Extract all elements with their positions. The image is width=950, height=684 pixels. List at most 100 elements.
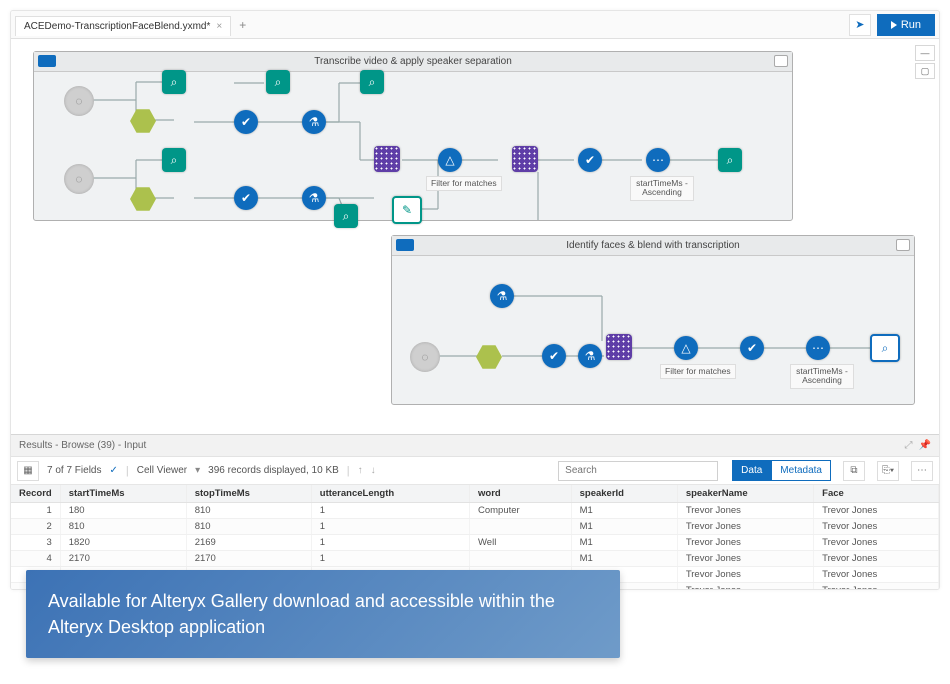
- macro-tool[interactable]: [476, 344, 502, 370]
- container-transcribe[interactable]: Transcribe video & apply speaker separat…: [33, 51, 793, 221]
- annotation-filter: Filter for matches: [660, 364, 736, 379]
- column-header[interactable]: speakerId: [571, 485, 677, 503]
- macro-tool[interactable]: [130, 108, 156, 134]
- select-tool[interactable]: ✔: [740, 336, 764, 360]
- browse-tool[interactable]: ⌕: [334, 204, 358, 228]
- row-number: 2: [11, 519, 60, 535]
- container-collapse-icon[interactable]: [896, 239, 910, 251]
- input-tool[interactable]: ◌: [410, 342, 440, 372]
- formula-tool[interactable]: ⚗: [302, 186, 326, 210]
- cell: M1: [571, 535, 677, 551]
- cell: 1: [311, 519, 469, 535]
- cell: 180: [60, 503, 186, 519]
- more-button[interactable]: ⋯: [911, 461, 933, 481]
- select-tool[interactable]: ✔: [542, 344, 566, 368]
- cell: Computer: [470, 503, 572, 519]
- sort-tool[interactable]: ⋯: [806, 336, 830, 360]
- input-tool[interactable]: ◌: [64, 86, 94, 116]
- cell: Trevor Jones: [677, 551, 813, 567]
- cell-viewer-dropdown[interactable]: Cell Viewer: [137, 465, 187, 476]
- cell: 810: [186, 519, 311, 535]
- filter-tool[interactable]: △: [438, 148, 462, 172]
- workflow-tab[interactable]: ACEDemo-TranscriptionFaceBlend.yxmd* ×: [15, 16, 231, 36]
- join-tool[interactable]: [606, 334, 632, 360]
- column-header[interactable]: startTimeMs: [60, 485, 186, 503]
- run-button[interactable]: Run: [877, 14, 935, 36]
- cell: Trevor Jones: [814, 535, 939, 551]
- sort-down-icon[interactable]: ↓: [371, 465, 376, 476]
- cell: [470, 551, 572, 567]
- column-header[interactable]: word: [470, 485, 572, 503]
- column-header[interactable]: Face: [814, 485, 939, 503]
- table-row[interactable]: 4217021701M1Trevor JonesTrevor Jones: [11, 551, 939, 567]
- cell: 2169: [186, 535, 311, 551]
- cell: 810: [186, 503, 311, 519]
- cell: Trevor Jones: [677, 503, 813, 519]
- cell: 1: [311, 535, 469, 551]
- minimize-icon[interactable]: —: [915, 45, 935, 61]
- results-header-label: Results - Browse (39) - Input: [19, 440, 146, 451]
- record-header[interactable]: Record: [11, 485, 60, 503]
- cell: Trevor Jones: [814, 519, 939, 535]
- export-button[interactable]: ⎘▾: [877, 461, 899, 481]
- metadata-tab[interactable]: Metadata: [771, 460, 831, 481]
- container-identify[interactable]: Identify faces & blend with transcriptio…: [391, 235, 915, 405]
- sort-tool[interactable]: ⋯: [646, 148, 670, 172]
- join-tool[interactable]: [512, 146, 538, 172]
- cell: [470, 519, 572, 535]
- select-tool[interactable]: ✔: [234, 186, 258, 210]
- run-fast-button[interactable]: ➤: [849, 14, 871, 36]
- annotation-filter: Filter for matches: [426, 176, 502, 191]
- browse-tool[interactable]: ⌕: [360, 70, 384, 94]
- join-tool[interactable]: [374, 146, 400, 172]
- browse-tool[interactable]: ⌕: [162, 148, 186, 172]
- row-number: 1: [11, 503, 60, 519]
- close-icon[interactable]: ×: [216, 21, 222, 32]
- select-tool[interactable]: ✔: [234, 110, 258, 134]
- filter-tool[interactable]: △: [674, 336, 698, 360]
- column-header[interactable]: stopTimeMs: [186, 485, 311, 503]
- cell: Trevor Jones: [677, 567, 813, 583]
- formula-tool[interactable]: ⚗: [578, 344, 602, 368]
- browse-tool[interactable]: ⌕: [162, 70, 186, 94]
- formula-tool[interactable]: ⚗: [490, 284, 514, 308]
- table-row[interactable]: 28108101M1Trevor JonesTrevor Jones: [11, 519, 939, 535]
- select-tool[interactable]: ✔: [578, 148, 602, 172]
- table-row[interactable]: 11808101ComputerM1Trevor JonesTrevor Jon…: [11, 503, 939, 519]
- cell: 1: [311, 551, 469, 567]
- container-toggle-icon[interactable]: [396, 239, 414, 251]
- layout-toggle-button[interactable]: ▦: [17, 461, 39, 481]
- formula-tool[interactable]: ⚗: [302, 110, 326, 134]
- maximize-icon[interactable]: ▢: [915, 63, 935, 79]
- annotation-sort: startTimeMs - Ascending: [790, 364, 854, 389]
- copy-button[interactable]: ⧉: [843, 461, 865, 481]
- sort-up-icon[interactable]: ↑: [358, 465, 363, 476]
- fields-summary[interactable]: 7 of 7 Fields: [47, 465, 101, 476]
- output-browse-tool[interactable]: ⌕: [870, 334, 900, 362]
- search-input[interactable]: [558, 461, 718, 481]
- comment-tool[interactable]: ✎: [392, 196, 422, 224]
- container-toggle-icon[interactable]: [38, 55, 56, 67]
- caption-overlay: Available for Alteryx Gallery download a…: [26, 570, 620, 658]
- cell: Trevor Jones: [814, 583, 939, 591]
- results-panel: Results - Browse (39) - Input ⤢ 📌 ▦ 7 of…: [11, 434, 939, 590]
- cell: M1: [571, 503, 677, 519]
- column-header[interactable]: speakerName: [677, 485, 813, 503]
- fields-check[interactable]: ✓: [109, 465, 117, 476]
- table-row[interactable]: 3182021691WellM1Trevor JonesTrevor Jones: [11, 535, 939, 551]
- macro-tool[interactable]: [130, 186, 156, 212]
- browse-tool[interactable]: ⌕: [718, 148, 742, 172]
- cell: Trevor Jones: [677, 535, 813, 551]
- workflow-canvas[interactable]: Transcribe video & apply speaker separat…: [11, 39, 939, 434]
- pin-icon[interactable]: 📌: [919, 440, 931, 451]
- records-summary: 396 records displayed, 10 KB: [208, 465, 339, 476]
- input-tool[interactable]: ◌: [64, 164, 94, 194]
- container-collapse-icon[interactable]: [774, 55, 788, 67]
- canvas-maximize-controls: — ▢: [915, 45, 935, 79]
- add-tab-button[interactable]: +: [231, 14, 254, 36]
- pin-icon[interactable]: ⤢: [905, 440, 913, 451]
- column-header[interactable]: utteranceLength: [311, 485, 469, 503]
- browse-tool[interactable]: ⌕: [266, 70, 290, 94]
- data-tab[interactable]: Data: [732, 460, 771, 481]
- cell: 2170: [186, 551, 311, 567]
